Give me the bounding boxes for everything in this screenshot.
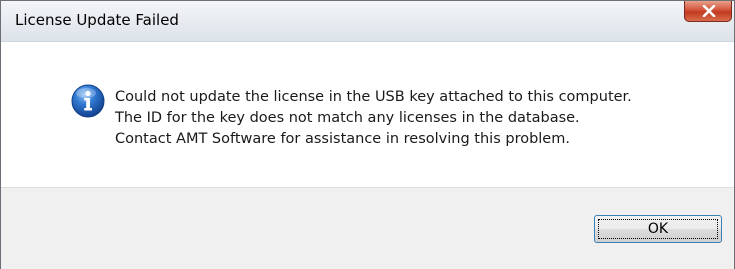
message-line: Could not update the license in the USB … xyxy=(115,89,632,105)
title-bar[interactable]: License Update Failed xyxy=(1,1,734,42)
dialog-window: License Update Failed Could not update t… xyxy=(0,0,735,269)
close-button[interactable] xyxy=(684,1,732,22)
info-icon xyxy=(71,84,105,118)
dialog-content: Could not update the license in the USB … xyxy=(1,42,734,187)
button-bar: OK xyxy=(1,187,734,269)
ok-button[interactable]: OK xyxy=(594,215,722,243)
close-icon xyxy=(702,5,716,17)
message-text: Could not update the license in the USB … xyxy=(115,87,632,150)
message-line: Contact AMT Software for assistance in r… xyxy=(115,131,570,147)
ok-button-label: OK xyxy=(647,221,669,237)
message-line: The ID for the key does not match any li… xyxy=(115,110,580,126)
dialog-title: License Update Failed xyxy=(15,11,179,29)
